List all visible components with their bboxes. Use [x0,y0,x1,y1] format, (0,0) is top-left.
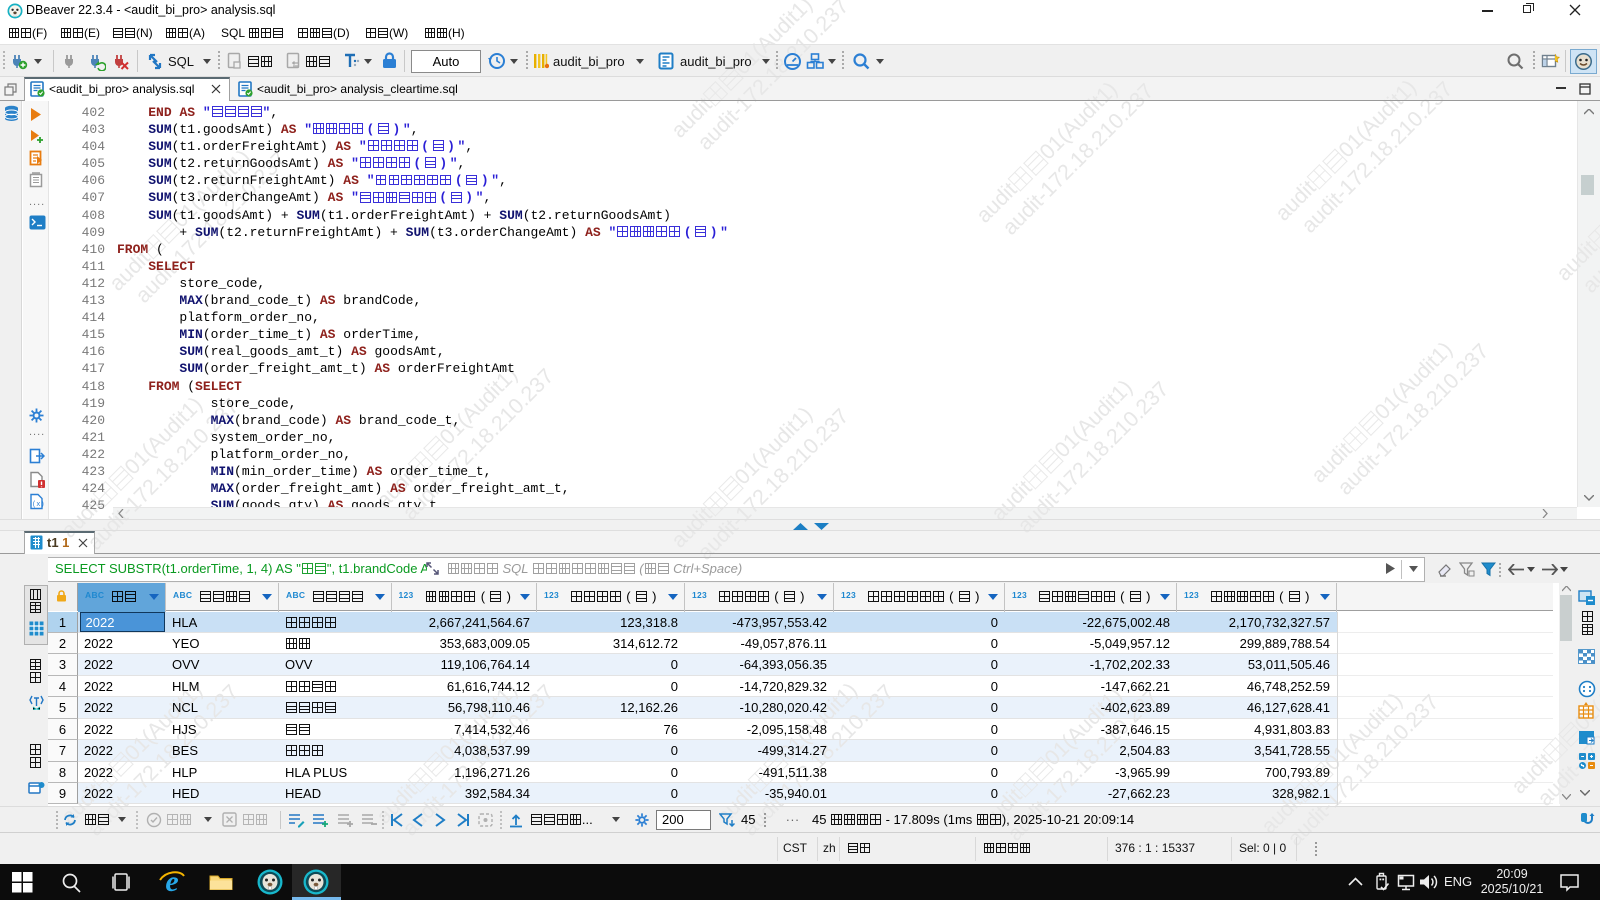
svg-text:(x): (x) [32,501,45,509]
